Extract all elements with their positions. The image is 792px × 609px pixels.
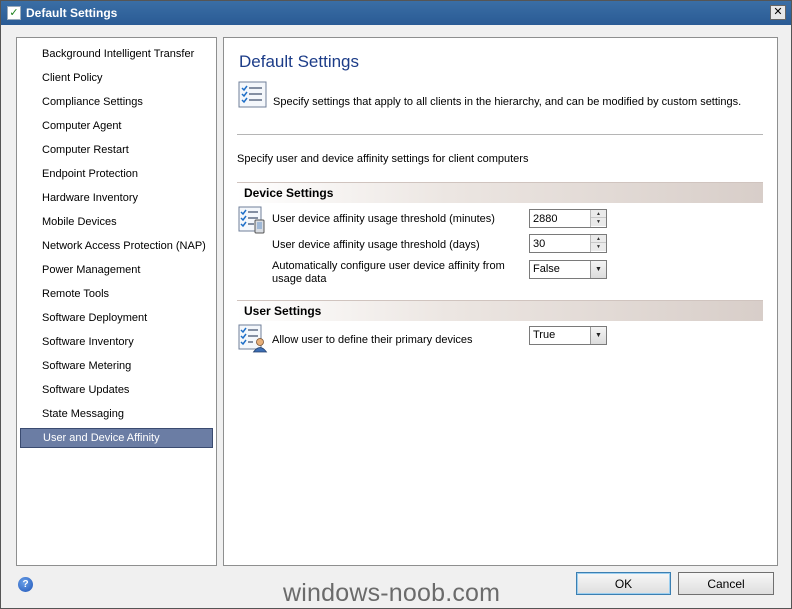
- nav-item-mobile-devices[interactable]: Mobile Devices: [20, 212, 213, 232]
- allow-primary-label: Allow user to define their primary devic…: [272, 334, 473, 346]
- nav-item-software-deployment[interactable]: Software Deployment: [20, 308, 213, 328]
- close-button[interactable]: ✕: [770, 5, 786, 20]
- nav-item-software-inventory[interactable]: Software Inventory: [20, 332, 213, 352]
- device-settings-header: Device Settings: [237, 182, 763, 203]
- allow-primary-select[interactable]: True ▼: [529, 326, 607, 345]
- nav-item-state-messaging[interactable]: State Messaging: [20, 404, 213, 424]
- nav-item-computer-agent[interactable]: Computer Agent: [20, 116, 213, 136]
- nav-item-computer-restart[interactable]: Computer Restart: [20, 140, 213, 160]
- nav-item-software-metering[interactable]: Software Metering: [20, 356, 213, 376]
- threshold-minutes-stepper[interactable]: ▲ ▼: [529, 209, 607, 228]
- threshold-minutes-spin-buttons: ▲ ▼: [590, 210, 606, 227]
- settings-content-panel: Default Settings Specify settings that a…: [223, 37, 778, 566]
- watermark: windows-noob.com: [283, 579, 501, 607]
- nav-item-background-intelligent-transfer[interactable]: Background Intelligent Transfer: [20, 44, 213, 64]
- page-title: Default Settings: [239, 52, 360, 71]
- spin-up-icon[interactable]: ▲: [591, 235, 606, 243]
- divider: [237, 134, 763, 135]
- spin-up-icon[interactable]: ▲: [591, 210, 606, 218]
- nav-item-software-updates[interactable]: Software Updates: [20, 380, 213, 400]
- spin-down-icon[interactable]: ▼: [591, 218, 606, 226]
- nav-item-user-and-device-affinity[interactable]: User and Device Affinity: [20, 428, 213, 448]
- auto-configure-label: Automatically configure user device affi…: [272, 260, 505, 285]
- nav-item-compliance-settings[interactable]: Compliance Settings: [20, 92, 213, 112]
- help-icon[interactable]: ?: [18, 577, 33, 592]
- device-settings-heading: Device Settings: [244, 186, 334, 200]
- nav-item-endpoint-protection[interactable]: Endpoint Protection: [20, 164, 213, 184]
- settings-checklist-icon: [238, 81, 267, 108]
- threshold-minutes-input[interactable]: [530, 210, 590, 227]
- nav-item-power-management[interactable]: Power Management: [20, 260, 213, 280]
- threshold-minutes-label: User device affinity usage threshold (mi…: [272, 213, 495, 225]
- spin-down-icon[interactable]: ▼: [591, 243, 606, 251]
- user-settings-header: User Settings: [237, 300, 763, 321]
- nav-item-remote-tools[interactable]: Remote Tools: [20, 284, 213, 304]
- ok-button[interactable]: OK: [576, 572, 671, 595]
- checklist-icon: ✓: [7, 6, 21, 20]
- default-settings-window: ✓ Default Settings ✕ Background Intellig…: [0, 0, 792, 609]
- nav-item-hardware-inventory[interactable]: Hardware Inventory: [20, 188, 213, 208]
- settings-nav-list: Background Intelligent Transfer Client P…: [16, 37, 217, 566]
- chevron-down-icon[interactable]: ▼: [590, 327, 606, 344]
- threshold-days-stepper[interactable]: ▲ ▼: [529, 234, 607, 253]
- title-bar[interactable]: ✓ Default Settings ✕: [1, 1, 791, 25]
- cancel-button[interactable]: Cancel: [678, 572, 774, 595]
- threshold-days-spin-buttons: ▲ ▼: [590, 235, 606, 252]
- auto-configure-select[interactable]: False ▼: [529, 260, 607, 279]
- auto-configure-value: False: [533, 263, 560, 275]
- threshold-days-input[interactable]: [530, 235, 590, 252]
- window-title: Default Settings: [26, 6, 118, 20]
- user-checklist-icon: [238, 324, 268, 353]
- chevron-down-icon[interactable]: ▼: [590, 261, 606, 278]
- section-description: Specify user and device affinity setting…: [237, 153, 529, 165]
- allow-primary-value: True: [533, 329, 556, 341]
- page-description: Specify settings that apply to all clien…: [273, 96, 742, 108]
- device-checklist-icon: [238, 206, 265, 234]
- user-settings-heading: User Settings: [244, 304, 322, 318]
- nav-item-client-policy[interactable]: Client Policy: [20, 68, 213, 88]
- nav-item-network-access-protection[interactable]: Network Access Protection (NAP): [20, 236, 213, 256]
- threshold-days-label: User device affinity usage threshold (da…: [272, 239, 480, 251]
